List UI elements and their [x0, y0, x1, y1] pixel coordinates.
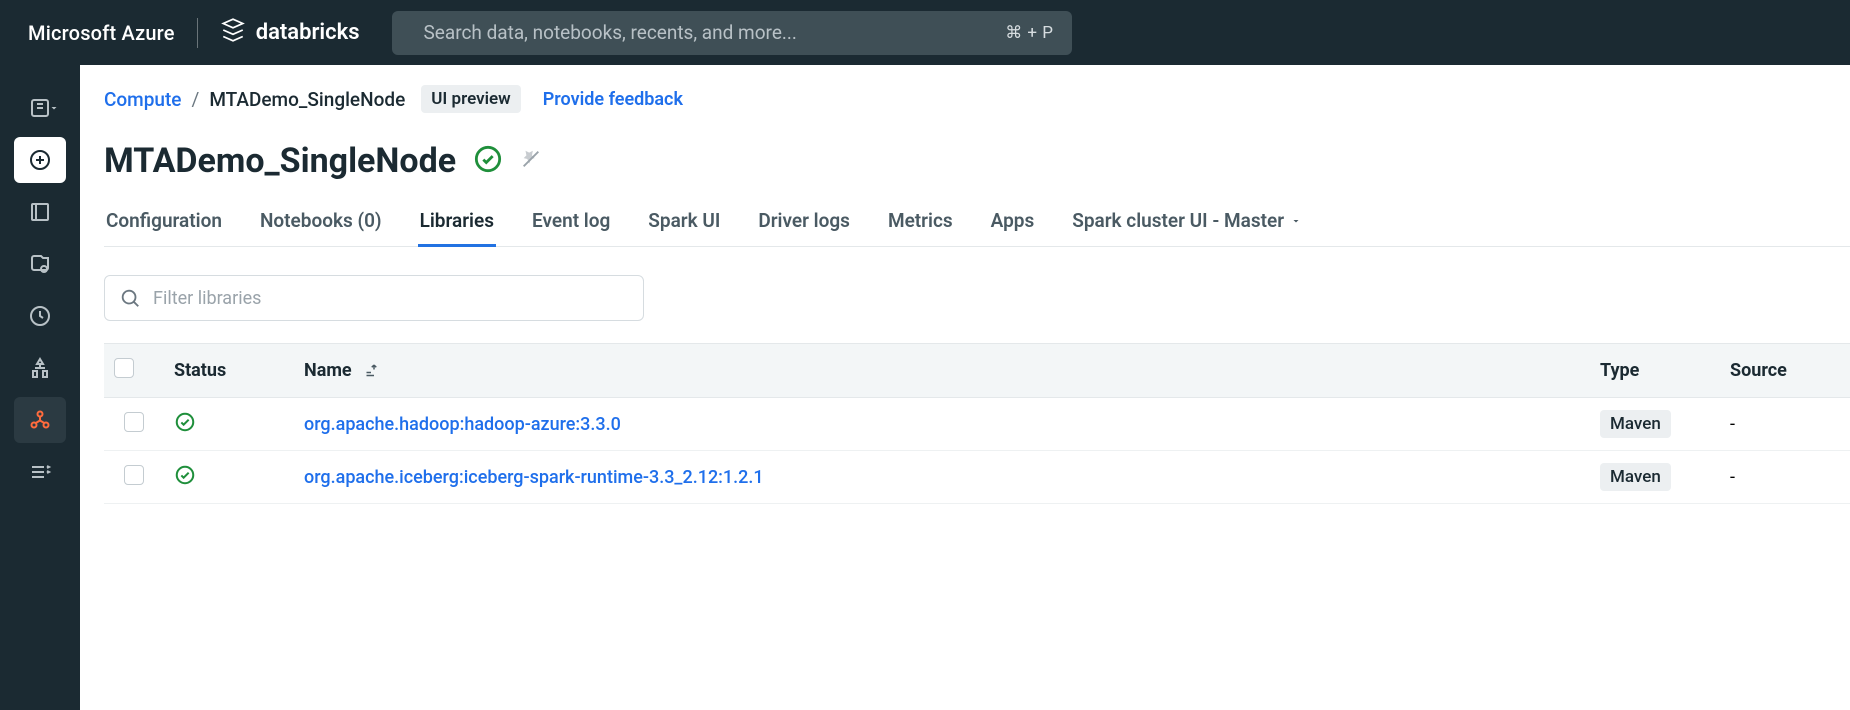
filter-libraries-input[interactable]	[153, 288, 629, 309]
column-header-status[interactable]: Status	[164, 344, 294, 398]
page-title-row: MTADemo_SingleNode	[104, 141, 1850, 181]
sidebar-item-recents[interactable]	[14, 293, 66, 339]
page-title: MTADemo_SingleNode	[104, 141, 456, 181]
library-type-pill: Maven	[1600, 410, 1671, 438]
table-row: org.apache.iceberg:iceberg-spark-runtime…	[104, 451, 1850, 504]
sidebar-item-workspace[interactable]	[14, 189, 66, 235]
cluster-tabs: Configuration Notebooks (0) Libraries Event…	[104, 209, 1850, 247]
breadcrumb-separator: /	[191, 88, 199, 111]
status-installed-icon	[174, 470, 196, 491]
brand-separator	[197, 18, 198, 48]
tab-event-log[interactable]: Event log	[530, 209, 612, 246]
tab-spark-cluster-ui-master[interactable]: Spark cluster UI - Master	[1070, 209, 1304, 246]
tab-metrics[interactable]: Metrics	[886, 209, 955, 246]
search-shortcut: ⌘ + P	[1005, 23, 1053, 43]
sidebar-item-workspace-switcher[interactable]	[14, 85, 66, 131]
ui-preview-badge: UI preview	[421, 85, 520, 113]
sidebar-item-compute[interactable]	[14, 397, 66, 443]
tab-notebooks-0[interactable]: Notebooks (0)	[258, 209, 384, 246]
breadcrumb-current: MTADemo_SingleNode	[209, 88, 405, 111]
pin-button[interactable]	[520, 148, 542, 174]
brand-databricks[interactable]: databricks	[220, 17, 360, 49]
tab-driver-logs[interactable]: Driver logs	[756, 209, 852, 246]
filter-libraries[interactable]	[104, 275, 644, 321]
select-all-checkbox[interactable]	[114, 358, 134, 378]
library-type-pill: Maven	[1600, 463, 1671, 491]
tab-apps[interactable]: Apps	[989, 209, 1037, 246]
sidebar-item-data[interactable]	[14, 345, 66, 391]
breadcrumb: Compute / MTADemo_SingleNode UI preview …	[104, 85, 1850, 113]
top-bar: Microsoft Azure databricks ⌘ + P	[0, 0, 1850, 65]
brand-azure[interactable]: Microsoft Azure	[28, 21, 175, 45]
tab-spark-ui[interactable]: Spark UI	[646, 209, 722, 246]
library-name-link[interactable]: org.apache.hadoop:hadoop-azure:3.3.0	[304, 414, 621, 435]
provide-feedback-link[interactable]: Provide feedback	[543, 89, 683, 110]
library-name-link[interactable]: org.apache.iceberg:iceberg-spark-runtime…	[304, 467, 764, 488]
databricks-logo-icon	[220, 17, 246, 49]
library-source: -	[1730, 414, 1735, 435]
row-checkbox[interactable]	[124, 465, 144, 485]
global-search-input[interactable]	[424, 21, 992, 44]
libraries-table: Status Name Type Source org.apache.hadoo…	[104, 343, 1850, 504]
table-row: org.apache.hadoop:hadoop-azure:3.3.0 Mave…	[104, 398, 1850, 451]
chevron-down-icon	[1290, 215, 1302, 227]
sidebar-item-new[interactable]	[14, 137, 66, 183]
sidebar-item-workflows[interactable]	[14, 449, 66, 495]
left-sidebar	[0, 65, 80, 710]
cluster-status-icon	[474, 145, 502, 177]
sidebar-item-repos[interactable]	[14, 241, 66, 287]
brand-databricks-label: databricks	[256, 20, 360, 45]
tab-configuration[interactable]: Configuration	[104, 209, 224, 246]
status-installed-icon	[174, 417, 196, 438]
sort-icon	[362, 362, 380, 380]
global-search[interactable]: ⌘ + P	[392, 11, 1072, 55]
row-checkbox[interactable]	[124, 412, 144, 432]
column-header-source[interactable]: Source	[1720, 344, 1850, 398]
column-header-name[interactable]: Name	[294, 344, 1590, 398]
column-header-type[interactable]: Type	[1590, 344, 1720, 398]
tab-libraries[interactable]: Libraries	[418, 209, 496, 246]
library-source: -	[1730, 467, 1735, 488]
breadcrumb-root[interactable]: Compute	[104, 88, 181, 111]
main-content: Compute / MTADemo_SingleNode UI preview …	[80, 65, 1850, 710]
